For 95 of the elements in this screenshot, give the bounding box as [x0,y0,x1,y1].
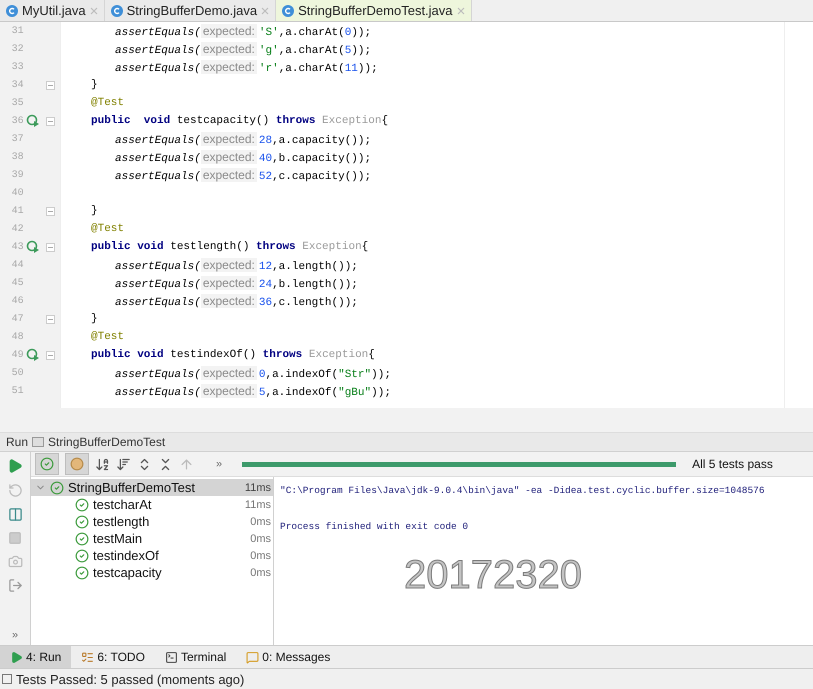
line-number: 42 [10,224,24,234]
overlay-label: 20172320 [404,553,582,598]
line-number: 37 [10,134,24,144]
ignored-icon [70,457,84,471]
test-tree-row[interactable]: testMain 0ms [31,530,273,547]
toggle-layout-icon[interactable] [8,507,22,522]
play-icon [10,650,23,664]
code-line: } [91,205,98,217]
fold-icon[interactable] [46,116,56,126]
code-line: public void testindexOf() throws Exception{ [91,349,375,361]
filter-toggle[interactable] [65,453,89,475]
code-line: @Test [91,331,124,343]
message-icon [246,650,260,664]
tool-window-tab[interactable]: 4: Run [0,646,72,668]
line-number: 38 [10,152,24,162]
close-icon[interactable] [90,6,98,14]
line-number: 46 [10,296,24,306]
line-number: 32 [10,44,24,54]
camera-icon[interactable] [8,554,22,569]
line-number: 35 [10,98,24,108]
line-number: 34 [10,80,24,90]
line-number: 39 [10,170,24,180]
line-number: 43 [10,242,24,252]
status-message: Tests Passed: 5 passed (moments ago) [16,672,244,686]
more-actions-button[interactable]: » [216,458,222,470]
code-line: } [91,79,98,91]
more-tools-button[interactable]: » [12,629,18,641]
line-number: 44 [10,260,24,270]
test-tree-row[interactable]: testlength 0ms [31,513,273,530]
run-test-icon[interactable] [26,114,40,128]
fold-icon[interactable] [46,206,56,216]
code-line: } [91,313,98,325]
line-number: 50 [10,368,24,378]
code-line: assertEquals( expected: 52,c.capacity()); [115,168,372,182]
line-number: 40 [10,188,24,198]
checklist-icon [81,650,94,664]
passed-check-icon [40,457,54,471]
rerun-failed-icon[interactable] [8,483,22,498]
test-config-icon [32,437,44,447]
run-test-icon[interactable] [26,240,40,254]
line-number: 47 [10,314,24,324]
test-tree-row[interactable]: testindexOf 0ms [31,547,273,564]
sort-duration-icon[interactable] [116,456,131,472]
line-number: 45 [10,278,24,288]
test-tree-row[interactable]: StringBufferDemoTest 11ms [31,479,273,496]
sort-alphabetical-icon[interactable] [95,456,110,472]
class-icon [110,4,123,16]
filter-toggle[interactable] [35,453,59,475]
status-icon [2,674,12,684]
line-number: 36 [10,116,24,126]
close-icon[interactable] [261,6,270,14]
run-panel-title: Run [6,435,28,449]
code-line: assertEquals( expected: 0,a.indexOf("Str")); [115,366,391,380]
close-icon[interactable] [456,6,465,14]
line-number: 33 [10,62,24,72]
class-icon [6,4,18,16]
test-tree-row[interactable]: testcapacity 0ms [31,564,273,581]
code-line: assertEquals( expected: 'S',a.charAt(0)); [115,24,372,38]
editor-tab[interactable]: StringBufferDemoTest.java [276,0,472,21]
code-line: assertEquals( expected: 12,a.length()); [115,258,358,272]
code-line: assertEquals( expected: 5,a.indexOf("gBu")); [115,384,391,398]
fold-icon[interactable] [46,242,56,252]
class-icon [282,4,294,16]
tool-window-tab[interactable]: 0: Messages [236,646,340,668]
code-line: assertEquals( expected: 40,b.capacity()); [115,150,372,164]
code-line: assertEquals( expected: 24,b.length()); [115,276,358,290]
fold-icon[interactable] [46,314,56,324]
rerun-play-icon[interactable] [7,458,23,474]
code-line: @Test [91,223,124,235]
run-test-icon[interactable] [26,348,40,362]
test-tree-row[interactable]: testcharAt 11ms [31,496,273,513]
editor-tab[interactable]: MyUtil.java [0,0,105,21]
run-configuration-name: StringBufferDemoTest [48,435,166,449]
line-number: 49 [10,350,24,360]
fold-icon[interactable] [46,80,56,90]
code-line: assertEquals( expected: 28,a.capacity()); [115,132,372,146]
console-output: "C:\Program Files\Java\jdk-9.0.4\bin\java" -ea -Didea.test.cyclic.buffer.size=1048576 Process finished with exit code 0 20172320 [274,477,813,645]
code-line: public void testcapacity() throws Exception{ [91,115,388,127]
tool-window-tab[interactable]: Terminal [154,646,236,668]
stop-icon[interactable] [8,531,22,545]
line-number: 41 [10,206,24,216]
fold-icon[interactable] [46,350,56,360]
test-summary: All 5 tests pass [692,457,773,471]
terminal-icon [164,650,178,664]
line-number: 51 [10,386,24,396]
exit-icon[interactable] [8,578,22,593]
line-number: 48 [10,332,24,342]
code-line: assertEquals( expected: 'g',a.charAt(5)); [115,42,372,56]
editor-tab[interactable]: StringBufferDemo.java [104,0,276,21]
line-number: 31 [10,26,24,36]
code-line: @Test [91,97,124,109]
code-line: assertEquals( expected: 36,c.length()); [115,294,358,308]
code-line: assertEquals( expected: 'r',a.charAt(11)); [115,60,378,74]
code-line: public void testlength() throws Exception{ [91,241,368,253]
tool-window-tab[interactable]: 6: TODO [71,646,155,668]
